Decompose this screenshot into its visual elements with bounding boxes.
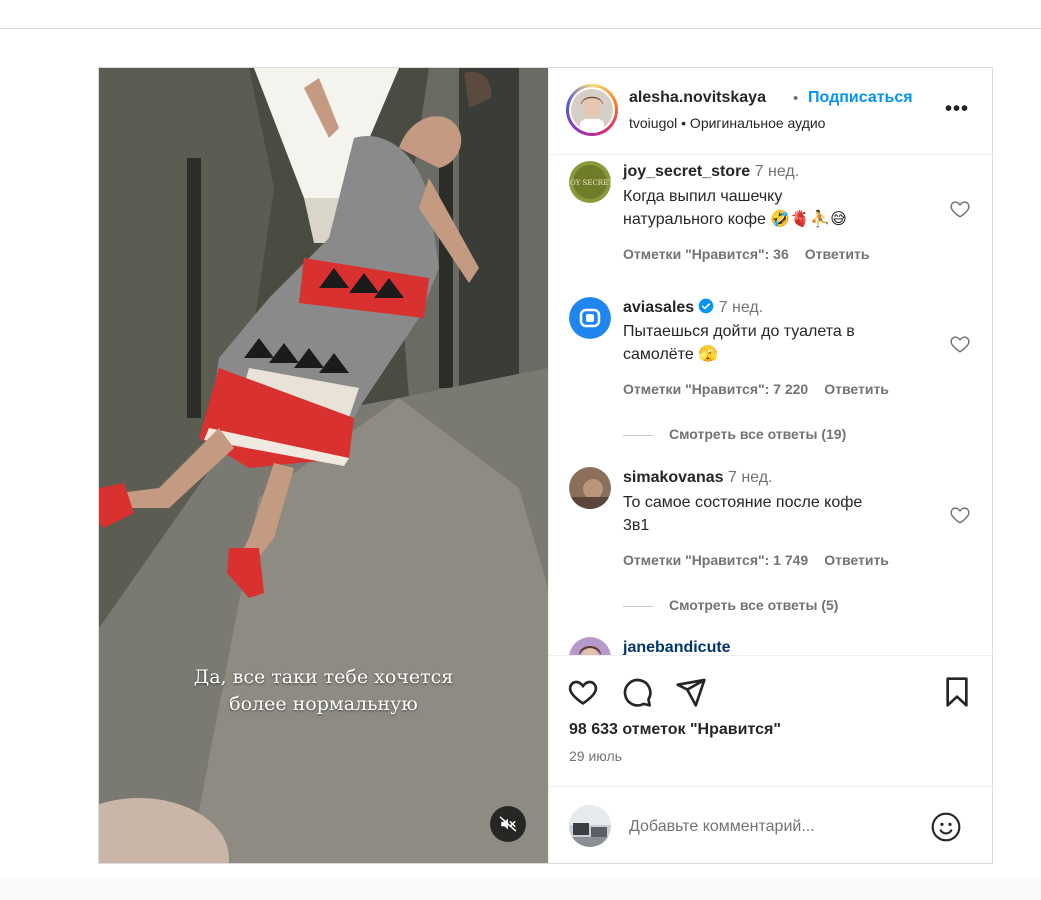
comment-text: Когда выпил чашечку натурального кофе 🤣🫀… [623,188,847,228]
comment-likes[interactable]: Отметки "Нравится": 36 [623,246,789,262]
reply-button[interactable]: Ответить [824,552,889,568]
comment-username[interactable]: janebandicute [623,639,731,655]
bookmark-icon[interactable] [941,676,973,708]
post-card: Да, все таки тебе хочется более нормальн… [98,67,993,864]
video-caption-line-1: Да, все таки тебе хочется [193,666,454,688]
comment-likes[interactable]: Отметки "Нравится": 7 220 [623,381,808,397]
comment-time[interactable]: 7 нед. [755,163,800,180]
header-separator: • [793,90,799,107]
smiley-icon[interactable] [930,811,962,843]
author-avatar[interactable] [566,84,618,136]
comment-meta: Отметки "Нравится": 36 Ответить [623,246,869,262]
comment-time[interactable]: 7 нед. [728,469,773,486]
comments-list[interactable]: JOY SECRET joy_secret_store 7 нед. Когда… [549,155,993,655]
heart-icon[interactable] [567,676,599,708]
comment-username[interactable]: joy_secret_store [623,163,750,180]
comment-username[interactable]: simakovanas [623,469,724,486]
video-frame-illustration [99,68,548,863]
commenter-avatar[interactable] [569,637,611,655]
view-replies-button[interactable]: Смотреть все ответы (5) [623,597,838,613]
comment-input[interactable] [627,813,931,841]
paper-plane-icon[interactable] [675,676,707,708]
post-video[interactable]: Да, все таки тебе хочется более нормальн… [99,68,548,863]
comment-meta: Отметки "Нравится": 7 220 Ответить [623,381,889,397]
verified-badge-icon [698,298,714,314]
commenter-avatar[interactable] [569,467,611,509]
author-username[interactable]: alesha.novitskaya [629,89,766,107]
comment-like-heart-icon[interactable] [949,333,971,355]
commenter-avatar[interactable]: JOY SECRET [569,161,611,203]
comment-username[interactable]: aviasales [623,299,694,316]
reply-button[interactable]: Ответить [824,381,889,397]
audio-link[interactable]: tvoiugol • Оригинальное аудио [629,115,825,131]
post-actions: 98 633 отметок "Нравится" 29 июль [549,655,993,864]
comment-like-heart-icon[interactable] [949,198,971,220]
post-header: alesha.novitskaya • Подписаться tvoiugol… [549,68,993,155]
commenter-avatar[interactable] [569,297,611,339]
view-replies-button[interactable]: Смотреть все ответы (19) [623,426,846,442]
add-comment-row [549,786,993,865]
follow-button[interactable]: Подписаться [808,89,913,107]
commenter-avatar-text: JOY SECRET [569,179,611,187]
post-date[interactable]: 29 июль [569,748,622,764]
comment-meta: Отметки "Нравится": 1 749 Ответить [623,552,889,568]
reply-button[interactable]: Ответить [805,246,870,262]
comment-time[interactable]: 7 нед. [719,299,764,316]
speaker-muted-icon [499,816,517,832]
comment-text: То самое состояние после кофе 3в1 [623,494,863,534]
video-caption-line-2: более нормальную [229,693,418,715]
comment-like-heart-icon[interactable] [949,504,971,526]
comment-text: Пытаешься дойти до туалета в самолёте 🫣 [623,323,855,363]
more-options-icon[interactable]: ••• [945,98,969,121]
comment-likes[interactable]: Отметки "Нравится": 1 749 [623,552,808,568]
mute-button[interactable] [490,806,526,842]
comment-bubble-icon[interactable] [621,676,653,708]
likes-count[interactable]: 98 633 отметок "Нравится" [569,721,781,739]
post-side-panel: alesha.novitskaya • Подписаться tvoiugol… [548,68,993,863]
top-divider [0,28,1041,29]
page-footer-band [0,878,1041,900]
current-user-avatar [569,805,611,847]
